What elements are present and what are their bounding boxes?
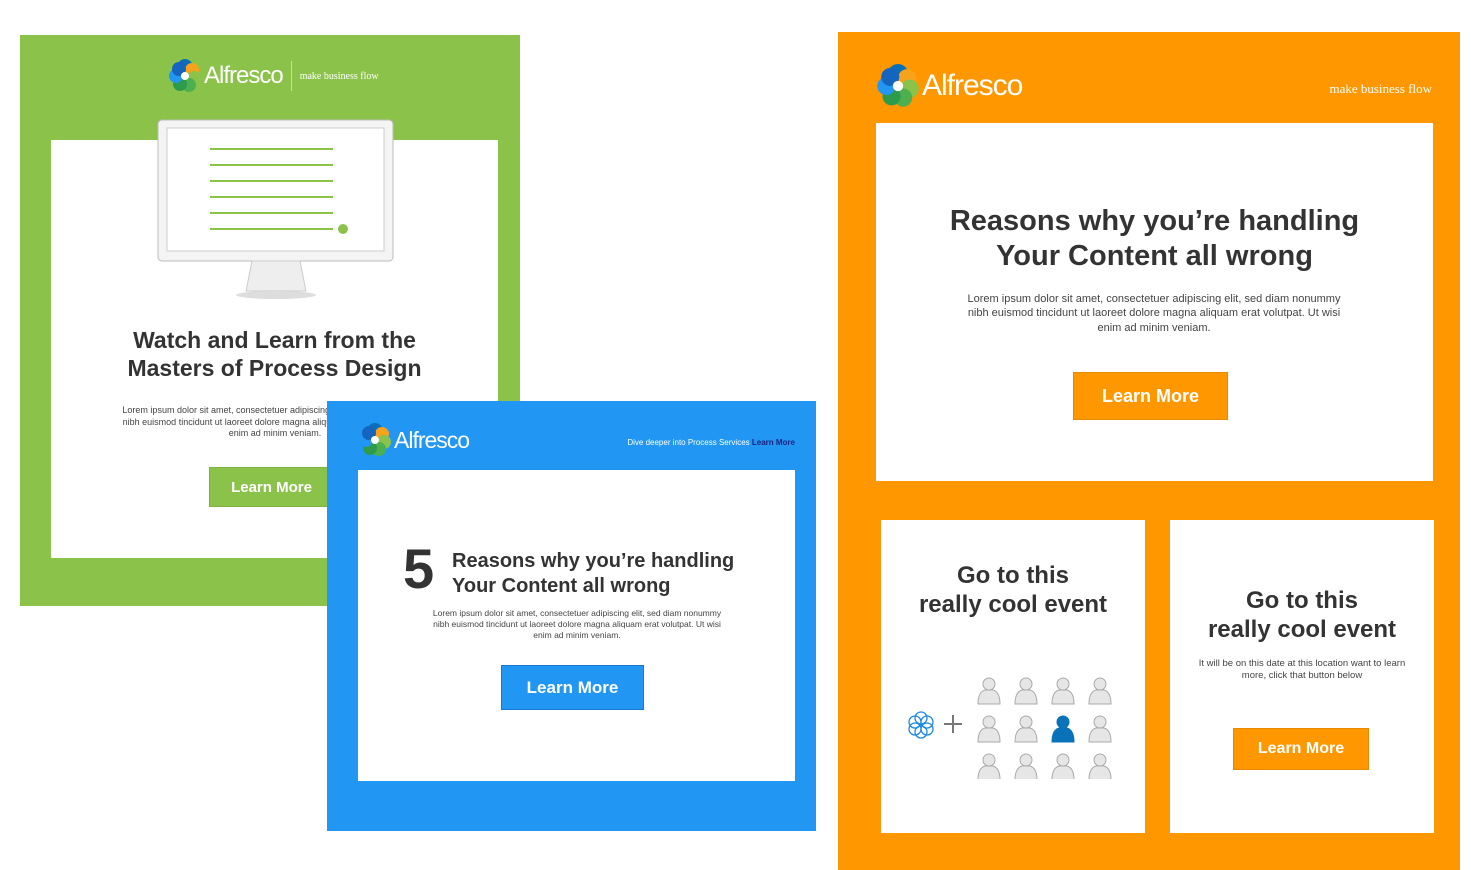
blue-header-text: Dive deeper into Process Services Learn … [627,438,795,447]
blue-body-text: Lorem ipsum dolor sit amet, consectetuer… [432,608,722,641]
blue-learn-more-button[interactable]: Learn More [501,665,644,710]
orange-body-text: Lorem ipsum dolor sit amet, consectetuer… [967,293,1341,334]
person-icon [1014,753,1038,779]
people-grid-icon [908,677,1112,779]
logo-divider [290,61,292,91]
blue-email-panel: Alfresco Dive deeper into Process Servic… [327,401,816,831]
alfresco-outline-icon [908,711,934,739]
person-icon [1088,677,1112,705]
alfresco-flower-icon [359,423,391,456]
person-icon [977,753,1001,779]
event2-title: Go to this really cool event [1207,587,1397,643]
alfresco-logo: Alfresco make business flow [168,59,379,93]
person-icon-highlighted [1051,715,1075,743]
header-learn-more-link[interactable]: Learn More [752,438,795,447]
alfresco-flower-icon [169,59,201,92]
person-icon [1051,753,1075,779]
event1-title: Go to this really cool event [918,562,1108,618]
blue-title: Reasons why you’re handling Your Content… [452,550,735,597]
person-icon [1088,715,1112,743]
person-icon [1014,715,1038,743]
orange-learn-more-button[interactable]: Learn More [1073,372,1228,420]
alfresco-logo: Alfresco [358,423,470,457]
event2-learn-more-button[interactable]: Learn More [1233,728,1369,770]
blue-number: 5 [403,537,435,600]
person-icon [1088,753,1112,779]
person-icon [1014,677,1038,705]
alfresco-logo: Alfresco [876,64,1023,108]
orange-email-panel: Alfresco make business flow Reasons why … [838,32,1460,870]
event2-body-text: It will be on this date at this location… [1198,658,1406,682]
green-title: Watch and Learn from the Masters of Proc… [127,327,422,381]
person-icon [1051,677,1075,705]
plus-icon [944,715,962,733]
person-icon [977,677,1001,705]
orange-title: Reasons why you’re handling Your Content… [949,205,1360,272]
person-icon [977,715,1001,743]
alfresco-flower-icon [877,64,919,107]
green-learn-more-button[interactable]: Learn More [209,467,334,507]
monitor-checklist-icon [157,119,394,299]
orange-tagline: make business flow [1329,81,1432,96]
